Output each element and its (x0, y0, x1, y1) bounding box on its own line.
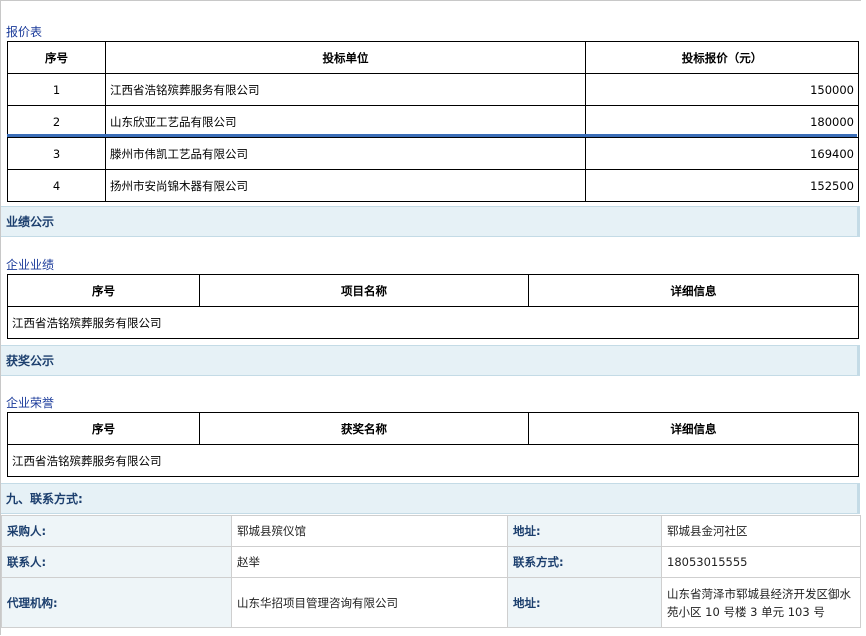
contact-row-agency: 代理机构: 山东华招项目管理咨询有限公司 地址: 山东省菏泽市郓城县经济开发区御… (1, 577, 861, 628)
table-row: 1 江西省浩铭殡葬服务有限公司 150000 (7, 73, 859, 106)
contact-row-person: 联系人: 赵举 联系方式: 18053015555 (1, 546, 861, 578)
table-row: 3 滕州市伟凯工艺品有限公司 169400 (7, 137, 859, 170)
agency-address-label: 地址: (507, 577, 662, 628)
table-row: 江西省浩铭殡葬服务有限公司 (7, 444, 859, 477)
row-company: 江西省浩铭殡葬服务有限公司 (105, 73, 586, 106)
row-price: 152500 (585, 169, 859, 202)
header-no: 序号 (7, 274, 200, 307)
agency-address-value: 山东省菏泽市郓城县经济开发区御水苑小区 10 号楼 3 单元 103 号 (661, 577, 861, 628)
contact-table: 采购人: 郓城县殡仪馆 地址: 郓城县金河社区 联系人: 赵举 联系方式: 18… (1, 515, 861, 628)
awards-table-header: 序号 获奖名称 详细信息 (7, 412, 859, 445)
contact-row-purchaser: 采购人: 郓城县殡仪馆 地址: 郓城县金河社区 (1, 515, 861, 547)
table-row: 4 扬州市安尚锦木器有限公司 152500 (7, 169, 859, 202)
awards-company: 江西省浩铭殡葬服务有限公司 (7, 444, 859, 477)
table-row: 2 山东欣亚工艺品有限公司 180000 (7, 105, 859, 138)
row-price: 150000 (585, 73, 859, 106)
row-company: 扬州市安尚锦木器有限公司 (105, 169, 586, 202)
row-no: 4 (7, 169, 106, 202)
awards-section-bar: 获奖公示 (1, 345, 860, 376)
header-award: 获奖名称 (199, 412, 529, 445)
awards-table-label: 企业荣誉 (6, 396, 55, 410)
contact-person-value: 赵举 (231, 546, 508, 578)
row-highlight-line (7, 134, 857, 137)
row-company: 山东欣亚工艺品有限公司 (105, 105, 586, 138)
performance-company: 江西省浩铭殡葬服务有限公司 (7, 306, 859, 339)
header-project: 项目名称 (199, 274, 529, 307)
performance-table: 序号 项目名称 详细信息 江西省浩铭殡葬服务有限公司 (7, 274, 859, 339)
row-no: 3 (7, 137, 106, 170)
purchaser-address-value: 郓城县金河社区 (661, 515, 861, 547)
header-company: 投标单位 (105, 41, 586, 74)
quote-table: 序号 投标单位 投标报价（元） 1 江西省浩铭殡葬服务有限公司 150000 2… (7, 41, 859, 202)
purchaser-label: 采购人: (1, 515, 232, 547)
header-details: 详细信息 (528, 274, 859, 307)
contact-phone-value: 18053015555 (661, 546, 861, 578)
performance-section-bar: 业绩公示 (1, 206, 860, 237)
contact-section-bar: 九、联系方式: (1, 483, 860, 514)
header-details: 详细信息 (528, 412, 859, 445)
agency-value: 山东华招项目管理咨询有限公司 (231, 577, 508, 628)
header-no: 序号 (7, 412, 200, 445)
header-price: 投标报价（元） (585, 41, 859, 74)
row-price: 169400 (585, 137, 859, 170)
header-no: 序号 (7, 41, 106, 74)
table-row: 江西省浩铭殡葬服务有限公司 (7, 306, 859, 339)
agency-label: 代理机构: (1, 577, 232, 628)
purchaser-value: 郓城县殡仪馆 (231, 515, 508, 547)
row-price: 180000 (585, 105, 859, 138)
quote-table-label: 报价表 (6, 25, 43, 39)
contact-phone-label: 联系方式: (507, 546, 662, 578)
row-no: 2 (7, 105, 106, 138)
quote-table-header: 序号 投标单位 投标报价（元） (7, 41, 859, 74)
awards-table: 序号 获奖名称 详细信息 江西省浩铭殡葬服务有限公司 (7, 412, 859, 477)
purchaser-address-label: 地址: (507, 515, 662, 547)
contact-person-label: 联系人: (1, 546, 232, 578)
performance-table-label: 企业业绩 (6, 258, 55, 272)
performance-table-header: 序号 项目名称 详细信息 (7, 274, 859, 307)
row-company: 滕州市伟凯工艺品有限公司 (105, 137, 586, 170)
row-no: 1 (7, 73, 106, 106)
